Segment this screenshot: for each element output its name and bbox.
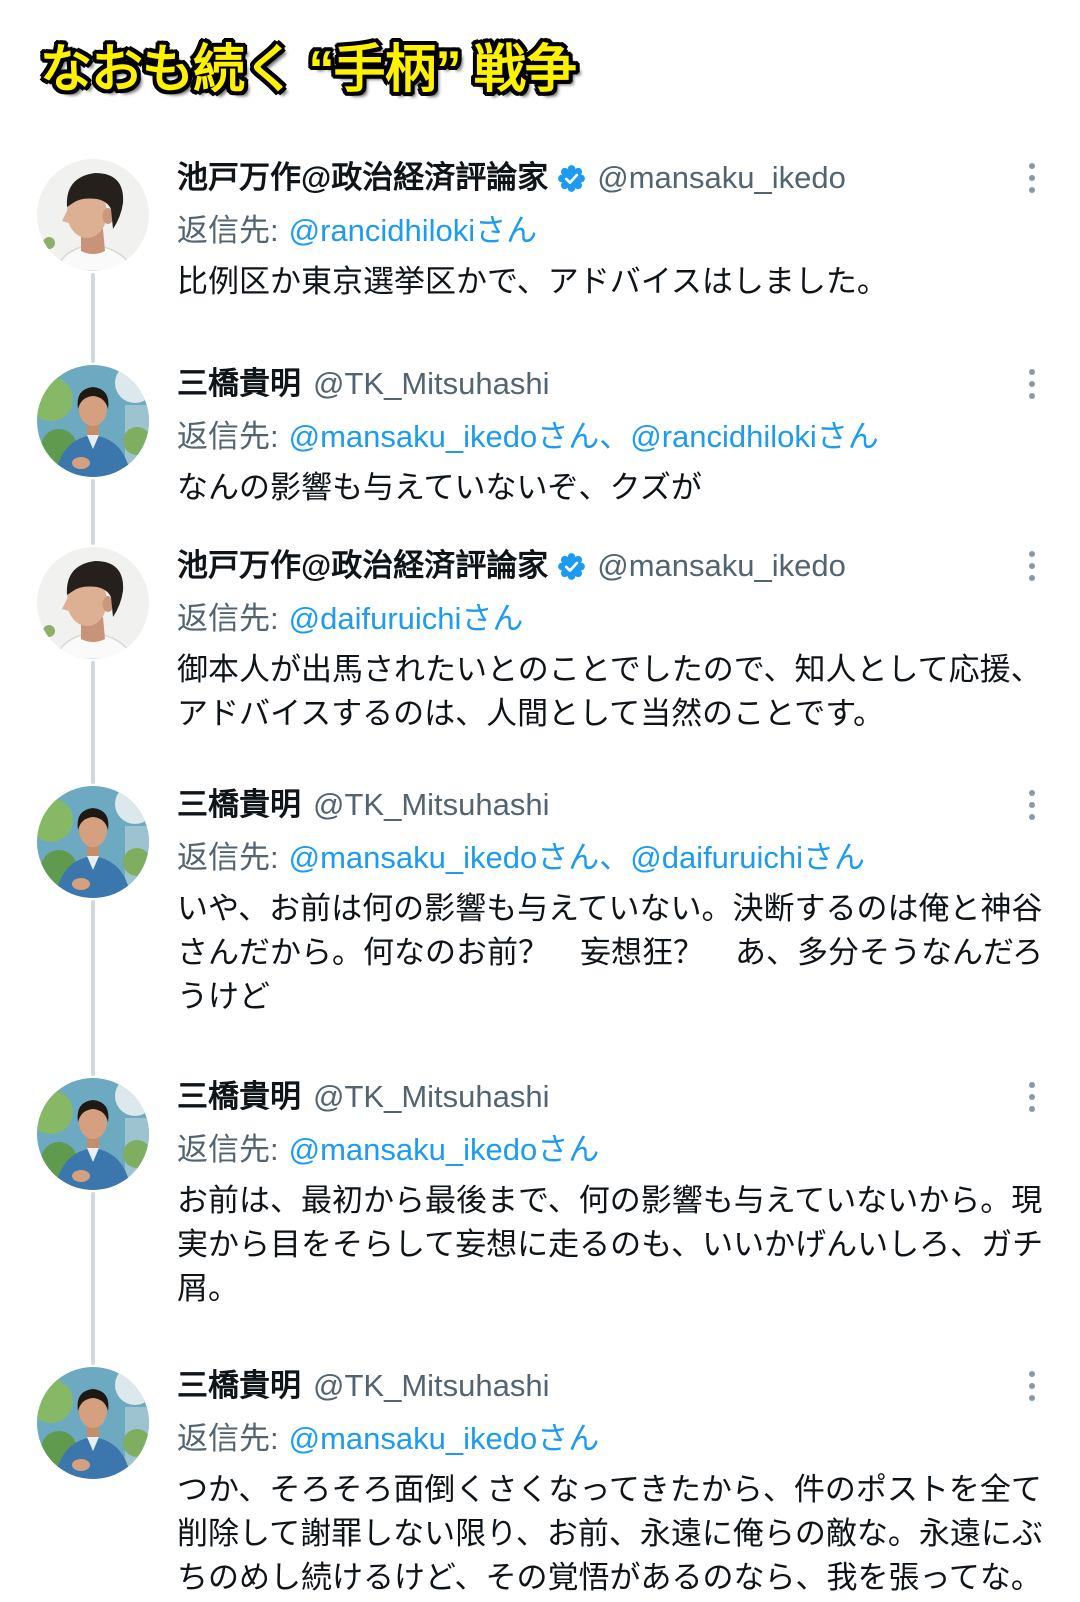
reply-to-label: 返信先: bbox=[177, 213, 279, 248]
tweet-text-line: 比例区か東京選挙区かで、アドバイスはしました。 bbox=[177, 264, 888, 299]
tweet-text: なんの影響も与えていないぞ、クズが bbox=[177, 466, 1050, 510]
avatar[interactable] bbox=[37, 1078, 149, 1190]
page-title: なおも続く “手柄” 戦争 bbox=[40, 41, 577, 99]
avatar[interactable] bbox=[37, 786, 149, 898]
tweet-text-line: アドバイスするのは、人間として当然のことです。 bbox=[177, 696, 885, 731]
tweet[interactable]: 三橋貴明 @TK_Mitsuhashi 返信先: @mansaku_ikedoさん… bbox=[0, 362, 1080, 510]
reply-context: 返信先: @mansaku_ikedoさん bbox=[177, 1128, 1050, 1172]
avatar[interactable] bbox=[37, 1367, 149, 1479]
mention-link[interactable]: @mansaku_ikedoさん bbox=[289, 419, 600, 454]
tweet-text: いや、お前は何の影響も与えていない。決断するのは俺と神谷 さんだから。何なのお前… bbox=[177, 887, 1050, 1019]
reply-context: 返信先: @mansaku_ikedoさん、@rancidhilokiさん bbox=[177, 415, 1050, 459]
more-options-icon[interactable] bbox=[1026, 163, 1038, 193]
verified-badge-icon bbox=[558, 165, 585, 192]
mention-link[interactable]: @mansaku_ikedoさん bbox=[289, 1421, 600, 1456]
reply-context: 返信先: @daifuruichiさん bbox=[177, 597, 1050, 641]
reply-context: 返信先: @rancidhilokiさん bbox=[177, 209, 1050, 253]
tweet-header: 池戸万作@政治経済評論家 @mansaku_ikedo bbox=[177, 544, 1050, 588]
tweet-text-line: いや、お前は何の影響も与えていない。決断するのは俺と神谷 bbox=[177, 891, 1043, 926]
mention-link[interactable]: @rancidhilokiさん bbox=[289, 213, 538, 248]
mention-link[interactable]: @mansaku_ikedoさん bbox=[289, 1132, 600, 1167]
user-handle[interactable]: @TK_Mitsuhashi bbox=[313, 783, 550, 827]
tweet-text-line: お前は、最初から最後まで、何の影響も与えていないから。現 bbox=[177, 1183, 1043, 1218]
display-name[interactable]: 三橋貴明 bbox=[177, 783, 301, 827]
avatar[interactable] bbox=[37, 365, 149, 477]
tweet-text-line: つか、そろそろ面倒くさくなってきたから、件のポストを全て bbox=[177, 1472, 1042, 1507]
tweet-text: 御本人が出馬されたいとのことでしたので、知人として応援、 アドバイスするのは、人… bbox=[177, 648, 1050, 736]
tweet-header: 三橋貴明 @TK_Mitsuhashi bbox=[177, 362, 1050, 406]
tweet[interactable]: 池戸万作@政治経済評論家 @mansaku_ikedo 返信先: @daifuru… bbox=[0, 544, 1080, 736]
mention-link[interactable]: @mansaku_ikedoさん bbox=[289, 840, 600, 875]
reply-to-label: 返信先: bbox=[177, 601, 279, 636]
tweet-text: お前は、最初から最後まで、何の影響も与えていないから。現 実から目をそらして妄想… bbox=[177, 1179, 1050, 1311]
more-options-icon[interactable] bbox=[1026, 1082, 1038, 1112]
tweet[interactable]: 三橋貴明 @TK_Mitsuhashi 返信先: @mansaku_ikedoさん… bbox=[0, 1075, 1080, 1311]
user-handle[interactable]: @mansaku_ikedo bbox=[597, 156, 846, 200]
user-handle[interactable]: @mansaku_ikedo bbox=[597, 544, 846, 588]
tweet-text-line: 削除して謝罪しない限り、お前、永遠に俺らの敵な。永遠にぶ bbox=[177, 1516, 1043, 1551]
more-options-icon[interactable] bbox=[1026, 1371, 1038, 1401]
reply-to-label: 返信先: bbox=[177, 1132, 279, 1167]
reply-context: 返信先: @mansaku_ikedoさん bbox=[177, 1417, 1050, 1461]
more-options-icon[interactable] bbox=[1026, 790, 1038, 820]
tweet-text-line: ちのめし続けるけど、その覚悟があるのなら、我を張ってな。 bbox=[177, 1560, 1042, 1595]
tweet[interactable]: 三橋貴明 @TK_Mitsuhashi 返信先: @mansaku_ikedoさん… bbox=[0, 1364, 1080, 1600]
tweet-header: 池戸万作@政治経済評論家 @mansaku_ikedo bbox=[177, 156, 1050, 200]
tweet-text-line: うけど bbox=[177, 979, 270, 1014]
reply-to-label: 返信先: bbox=[177, 1421, 279, 1456]
tweet-header: 三橋貴明 @TK_Mitsuhashi bbox=[177, 783, 1050, 827]
user-handle[interactable]: @TK_Mitsuhashi bbox=[313, 1075, 550, 1119]
avatar[interactable] bbox=[37, 159, 149, 271]
tweet-header: 三橋貴明 @TK_Mitsuhashi bbox=[177, 1364, 1050, 1408]
display-name[interactable]: 池戸万作@政治経済評論家 bbox=[177, 544, 548, 588]
more-options-icon[interactable] bbox=[1026, 369, 1038, 399]
mention-separator: 、 bbox=[599, 419, 631, 454]
reply-to-label: 返信先: bbox=[177, 419, 279, 454]
tweet-text-line: 実から目をそらして妄想に走るのも、いいかげんいしろ、ガチ bbox=[177, 1227, 1044, 1262]
display-name[interactable]: 池戸万作@政治経済評論家 bbox=[177, 156, 548, 200]
reply-thread: なおも続く “手柄” 戦争 池戸万作@政治経済評論家 @mansaku_iked… bbox=[0, 0, 1080, 1602]
user-handle[interactable]: @TK_Mitsuhashi bbox=[313, 362, 550, 406]
reply-context: 返信先: @mansaku_ikedoさん、@daifuruichiさん bbox=[177, 836, 1050, 880]
tweet-text: つか、そろそろ面倒くさくなってきたから、件のポストを全て 削除して謝罪しない限り… bbox=[177, 1468, 1050, 1600]
tweet-text-line: さんだから。何なのお前？ 妄想狂？ あ、多分そうなんだろ bbox=[177, 935, 1044, 970]
more-options-icon[interactable] bbox=[1026, 551, 1038, 581]
display-name[interactable]: 三橋貴明 bbox=[177, 1075, 301, 1119]
tweet[interactable]: 三橋貴明 @TK_Mitsuhashi 返信先: @mansaku_ikedoさん… bbox=[0, 783, 1080, 1019]
tweet-text-line: なんの影響も与えていないぞ、クズが bbox=[177, 470, 702, 505]
mention-link[interactable]: @daifuruichiさん bbox=[289, 601, 524, 636]
tweet-text: 比例区か東京選挙区かで、アドバイスはしました。 bbox=[177, 260, 1050, 304]
tweet-text-line: 御本人が出馬されたいとのことでしたので、知人として応援、 bbox=[177, 652, 1042, 687]
reply-to-label: 返信先: bbox=[177, 840, 279, 875]
tweet-text-line: 屑。 bbox=[177, 1271, 239, 1306]
user-handle[interactable]: @TK_Mitsuhashi bbox=[313, 1364, 550, 1408]
mention-separator: 、 bbox=[599, 840, 631, 875]
tweet[interactable]: 池戸万作@政治経済評論家 @mansaku_ikedo 返信先: @rancidh… bbox=[0, 156, 1080, 304]
display-name[interactable]: 三橋貴明 bbox=[177, 362, 301, 406]
avatar[interactable] bbox=[37, 547, 149, 659]
verified-badge-icon bbox=[558, 553, 585, 580]
tweet-header: 三橋貴明 @TK_Mitsuhashi bbox=[177, 1075, 1050, 1119]
display-name[interactable]: 三橋貴明 bbox=[177, 1364, 301, 1408]
mention-link[interactable]: @daifuruichiさん bbox=[630, 840, 865, 875]
mention-link[interactable]: @rancidhilokiさん bbox=[630, 419, 879, 454]
